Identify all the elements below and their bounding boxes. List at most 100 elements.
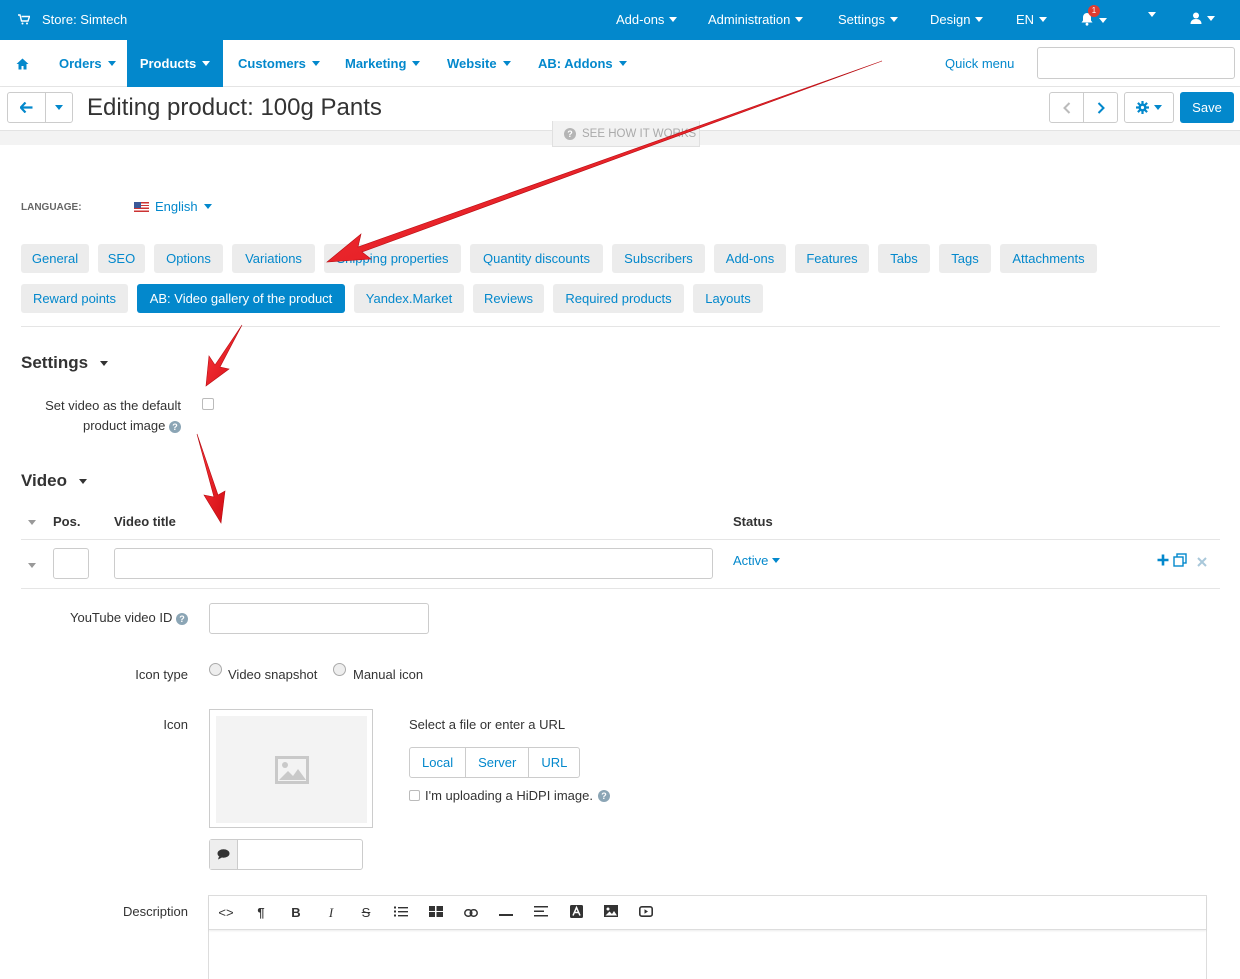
nav-marketing[interactable]: Marketing	[345, 40, 421, 87]
more-menu[interactable]	[1148, 12, 1156, 17]
search-input[interactable]	[1037, 47, 1235, 79]
tab-subscribers[interactable]: Subscribers	[612, 244, 705, 273]
video-snapshot-radio[interactable]	[209, 663, 222, 676]
font-color-icon[interactable]	[566, 905, 586, 921]
tab-quantity-discounts[interactable]: Quantity discounts	[470, 244, 603, 273]
language-selector[interactable]: English	[134, 199, 212, 214]
table-icon[interactable]	[426, 905, 446, 920]
video-title-input[interactable]	[114, 548, 713, 579]
tab-reward-points[interactable]: Reward points	[21, 284, 128, 313]
addons-menu[interactable]: Add-ons	[616, 12, 678, 27]
row-expand-icon[interactable]	[28, 563, 36, 568]
tab-features[interactable]: Features	[795, 244, 869, 273]
clone-icon[interactable]	[1173, 553, 1187, 567]
quick-menu-link[interactable]: Quick menu	[945, 56, 1014, 71]
image-icon[interactable]	[601, 905, 621, 920]
icon-preview	[209, 709, 373, 828]
horizontal-rule-icon[interactable]	[496, 905, 516, 920]
settings-section-toggle[interactable]: Settings	[21, 353, 109, 373]
tab-required-products[interactable]: Required products	[553, 284, 684, 313]
user-icon	[1190, 12, 1202, 24]
link-icon[interactable]	[461, 905, 481, 920]
bold-icon[interactable]: B	[286, 905, 306, 920]
table-header-divider	[21, 539, 1220, 540]
nav-customers[interactable]: Customers	[238, 40, 320, 87]
nav-products[interactable]: Products	[127, 40, 223, 87]
home-button[interactable]	[0, 40, 44, 87]
back-dropdown-button[interactable]	[45, 92, 73, 123]
paragraph-icon[interactable]: ¶	[251, 905, 271, 920]
url-upload-button[interactable]: URL	[529, 748, 579, 777]
tab-shipping-properties[interactable]: Shipping properties	[324, 244, 461, 273]
prev-product-button[interactable]	[1049, 92, 1084, 123]
html-code-icon[interactable]: <>	[216, 905, 236, 920]
tab-ab-video-gallery[interactable]: AB: Video gallery of the product	[137, 284, 345, 313]
nav-ab-addons[interactable]: AB: Addons	[538, 40, 627, 87]
collapse-all-icon[interactable]	[28, 520, 36, 525]
tab-tabs[interactable]: Tabs	[878, 244, 930, 273]
youtube-id-input[interactable]	[209, 603, 429, 634]
administration-menu[interactable]: Administration	[708, 12, 804, 27]
list-icon[interactable]	[391, 905, 411, 920]
help-icon[interactable]: ?	[169, 421, 181, 433]
nav-customers-label: Customers	[238, 56, 306, 71]
delete-icon[interactable]	[1197, 557, 1207, 567]
user-menu[interactable]	[1190, 12, 1215, 24]
description-editor[interactable]: <> ¶ B I S	[208, 895, 1207, 979]
tab-seo[interactable]: SEO	[98, 244, 145, 273]
design-menu-label: Design	[930, 12, 971, 27]
italic-icon[interactable]: I	[321, 905, 341, 921]
video-section-toggle[interactable]: Video	[21, 471, 87, 491]
nav-website[interactable]: Website	[447, 40, 511, 87]
help-icon[interactable]: ?	[176, 613, 188, 625]
col-title-header: Video title	[114, 514, 176, 529]
tab-yandex-market[interactable]: Yandex.Market	[354, 284, 464, 313]
manual-icon-label: Manual icon	[353, 667, 424, 682]
design-menu[interactable]: Design	[930, 12, 984, 27]
bell-icon: 1	[1080, 5, 1100, 29]
strikethrough-icon[interactable]: S	[356, 905, 376, 920]
tab-layouts[interactable]: Layouts	[693, 284, 763, 313]
language-menu[interactable]: EN	[1016, 12, 1048, 27]
tab-variations[interactable]: Variations	[232, 244, 315, 273]
position-input[interactable]	[53, 548, 89, 579]
description-label: Description	[122, 904, 188, 919]
save-button[interactable]: Save	[1180, 92, 1234, 123]
server-upload-button[interactable]: Server	[466, 748, 530, 777]
tab-options[interactable]: Options	[154, 244, 223, 273]
back-button[interactable]	[7, 92, 46, 123]
settings-gear-button[interactable]	[1124, 92, 1174, 123]
tab-general[interactable]: General	[21, 244, 89, 273]
nav-orders[interactable]: Orders	[59, 40, 116, 87]
video-embed-icon[interactable]	[636, 905, 656, 920]
hidpi-checkbox[interactable]	[409, 790, 420, 801]
default-image-checkbox[interactable]	[202, 398, 214, 410]
nav-orders-label: Orders	[59, 56, 102, 71]
store-switcher[interactable]: Store: Simtech	[18, 12, 127, 27]
align-icon[interactable]	[531, 905, 551, 920]
nav-website-label: Website	[447, 56, 497, 71]
alt-text-input[interactable]	[238, 840, 362, 869]
add-icon[interactable]	[1157, 554, 1169, 566]
tab-tags[interactable]: Tags	[939, 244, 991, 273]
see-how-it-works-button[interactable]: ? SEE HOW IT WORKS	[552, 121, 700, 147]
status-dropdown[interactable]: Active	[733, 553, 781, 568]
nav-products-label: Products	[139, 56, 197, 71]
tab-reviews[interactable]: Reviews	[473, 284, 544, 313]
image-placeholder-icon	[274, 755, 309, 784]
tab-attachments[interactable]: Attachments	[1000, 244, 1097, 273]
local-upload-button[interactable]: Local	[410, 748, 467, 777]
settings-menu-label: Settings	[838, 12, 885, 27]
next-product-button[interactable]	[1083, 92, 1118, 123]
notification-badge: 1	[1088, 5, 1100, 17]
manual-icon-radio[interactable]	[333, 663, 346, 676]
tab-add-ons[interactable]: Add-ons	[714, 244, 786, 273]
icon-label: Icon	[163, 717, 188, 732]
us-flag-icon	[134, 201, 149, 212]
settings-menu[interactable]: Settings	[838, 12, 898, 27]
addons-menu-label: Add-ons	[616, 12, 665, 27]
notifications-menu[interactable]: 1	[1080, 5, 1107, 29]
help-icon[interactable]: ?	[597, 789, 610, 802]
question-icon: ?	[564, 127, 576, 140]
hidpi-label-text: I'm uploading a HiDPI image.	[425, 788, 593, 803]
